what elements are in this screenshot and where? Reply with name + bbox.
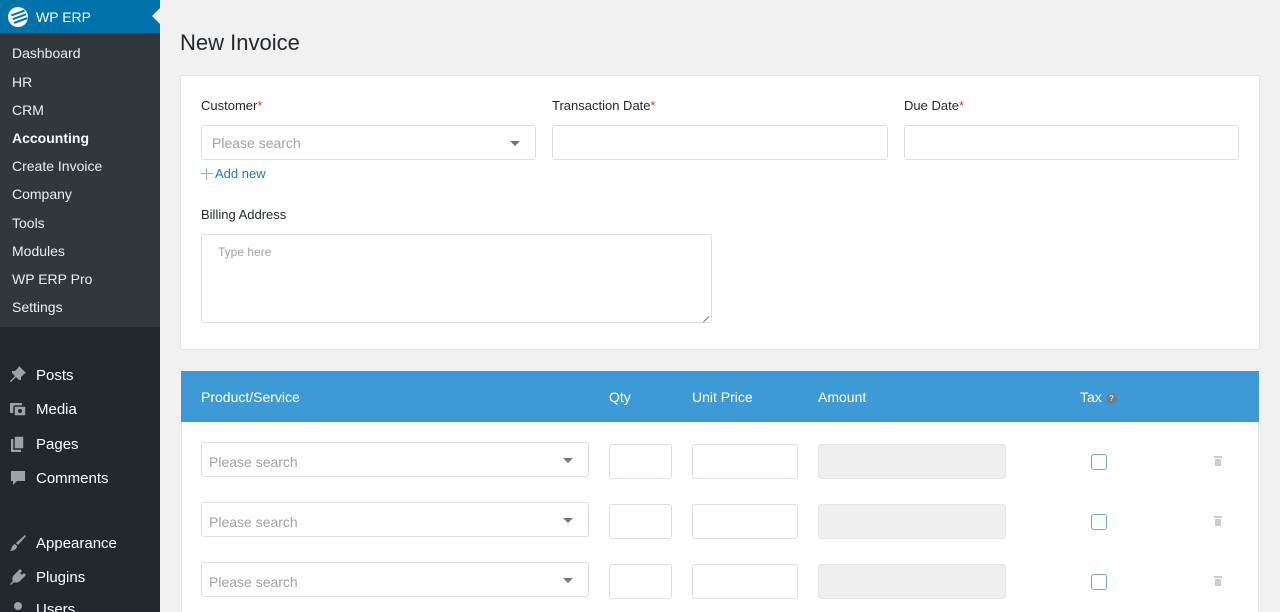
wp-erp-menu-header[interactable]: WP ERP: [0, 0, 160, 33]
due-date-label: Due Date*: [904, 98, 964, 113]
required-mark: *: [257, 98, 263, 113]
product-select-placeholder: Please search: [209, 454, 298, 470]
add-new-label: Add new: [215, 166, 266, 181]
submenu-item-accounting[interactable]: Accounting: [12, 128, 89, 148]
wp-erp-menu-title: WP ERP: [36, 8, 91, 25]
menu-item-plugins[interactable]: Plugins: [0, 563, 160, 591]
trash-icon[interactable]: [1214, 516, 1222, 526]
wp-erp-submenu: Dashboard HR CRM Accounting Create Invoi…: [0, 33, 160, 327]
amount-field: [818, 444, 1006, 479]
menu-item-label: Users: [36, 600, 76, 612]
menu-item-users[interactable]: Users: [0, 595, 160, 612]
submenu-item-create-invoice[interactable]: Create Invoice: [12, 156, 102, 176]
page-title: New Invoice: [180, 30, 300, 55]
column-header-tax: Tax?: [1080, 389, 1117, 405]
pin-icon: [8, 365, 28, 385]
users-icon: [8, 599, 28, 612]
help-icon[interactable]: ?: [1105, 393, 1117, 404]
submenu-item-wp-erp-pro[interactable]: WP ERP Pro: [12, 269, 92, 289]
tax-checkbox[interactable]: [1091, 454, 1107, 470]
plug-icon: [8, 567, 28, 587]
billing-address-placeholder: Type here: [218, 245, 272, 259]
menu-item-appearance[interactable]: Appearance: [0, 529, 160, 557]
customer-select-placeholder: Please search: [212, 135, 301, 151]
pages-icon: [8, 434, 28, 454]
transaction-date-label: Transaction Date*: [552, 98, 656, 113]
customer-label: Customer*: [201, 98, 263, 113]
qty-input[interactable]: [609, 444, 672, 479]
chevron-down-icon: [510, 141, 520, 146]
menu-item-label: Plugins: [36, 568, 86, 586]
submenu-item-settings[interactable]: Settings: [12, 297, 63, 317]
due-date-input[interactable]: [904, 125, 1239, 160]
trash-icon[interactable]: [1214, 456, 1222, 466]
product-select[interactable]: Please search: [201, 442, 589, 477]
menu-item-label: Pages: [36, 435, 79, 453]
billing-address-label: Billing Address: [201, 207, 287, 222]
comments-icon: [8, 468, 28, 488]
product-select[interactable]: Please search: [201, 562, 589, 597]
menu-item-label: Posts: [36, 366, 74, 384]
submenu-item-dashboard[interactable]: Dashboard: [12, 43, 81, 63]
chevron-down-icon: [563, 458, 573, 463]
admin-sidebar: WP ERP Dashboard HR CRM Accounting Creat…: [0, 0, 160, 612]
column-header-qty: Qty: [609, 389, 631, 405]
chevron-down-icon: [563, 518, 573, 523]
customer-select[interactable]: Please search: [201, 125, 536, 160]
product-select[interactable]: Please search: [201, 502, 589, 537]
column-header-product: Product/Service: [201, 389, 300, 405]
unit-price-input[interactable]: [692, 444, 798, 479]
current-menu-arrow-icon: [152, 8, 160, 24]
submenu-item-company[interactable]: Company: [12, 184, 72, 204]
menu-item-posts[interactable]: Posts: [0, 361, 160, 389]
wp-erp-logo-icon: [8, 6, 28, 27]
menu-item-label: Appearance: [36, 534, 117, 552]
menu-item-pages[interactable]: Pages: [0, 430, 160, 458]
amount-field: [818, 564, 1006, 599]
chevron-down-icon: [563, 578, 573, 583]
qty-input[interactable]: [609, 504, 672, 539]
menu-item-comments[interactable]: Comments: [0, 464, 160, 492]
menu-item-media[interactable]: Media: [0, 395, 160, 423]
menu-item-label: Comments: [36, 469, 109, 487]
resize-handle-icon[interactable]: [701, 312, 709, 320]
product-select-placeholder: Please search: [209, 514, 298, 530]
add-new-customer-link[interactable]: Add new: [201, 166, 266, 181]
billing-address-textarea[interactable]: Type here: [201, 234, 712, 323]
qty-input[interactable]: [609, 564, 672, 599]
unit-price-input[interactable]: [692, 504, 798, 539]
plus-icon: [201, 167, 213, 180]
unit-price-input[interactable]: [692, 564, 798, 599]
submenu-item-hr[interactable]: HR: [12, 72, 32, 92]
product-select-placeholder: Please search: [209, 574, 298, 590]
column-header-unit-price: Unit Price: [692, 389, 753, 405]
column-header-amount: Amount: [818, 389, 867, 405]
submenu-item-crm[interactable]: CRM: [12, 100, 44, 120]
required-mark: *: [650, 98, 656, 113]
amount-field: [818, 504, 1006, 539]
trash-icon[interactable]: [1214, 576, 1222, 586]
brush-icon: [8, 533, 28, 553]
line-items-header: Product/Service Qty Unit Price Amount Ta…: [181, 371, 1259, 422]
tax-checkbox[interactable]: [1091, 514, 1107, 530]
submenu-item-modules[interactable]: Modules: [12, 241, 65, 261]
required-mark: *: [958, 98, 964, 113]
media-icon: [8, 399, 28, 419]
tax-checkbox[interactable]: [1091, 574, 1107, 590]
submenu-item-tools[interactable]: Tools: [12, 213, 45, 233]
transaction-date-input[interactable]: [552, 125, 888, 160]
menu-item-label: Media: [36, 400, 77, 418]
